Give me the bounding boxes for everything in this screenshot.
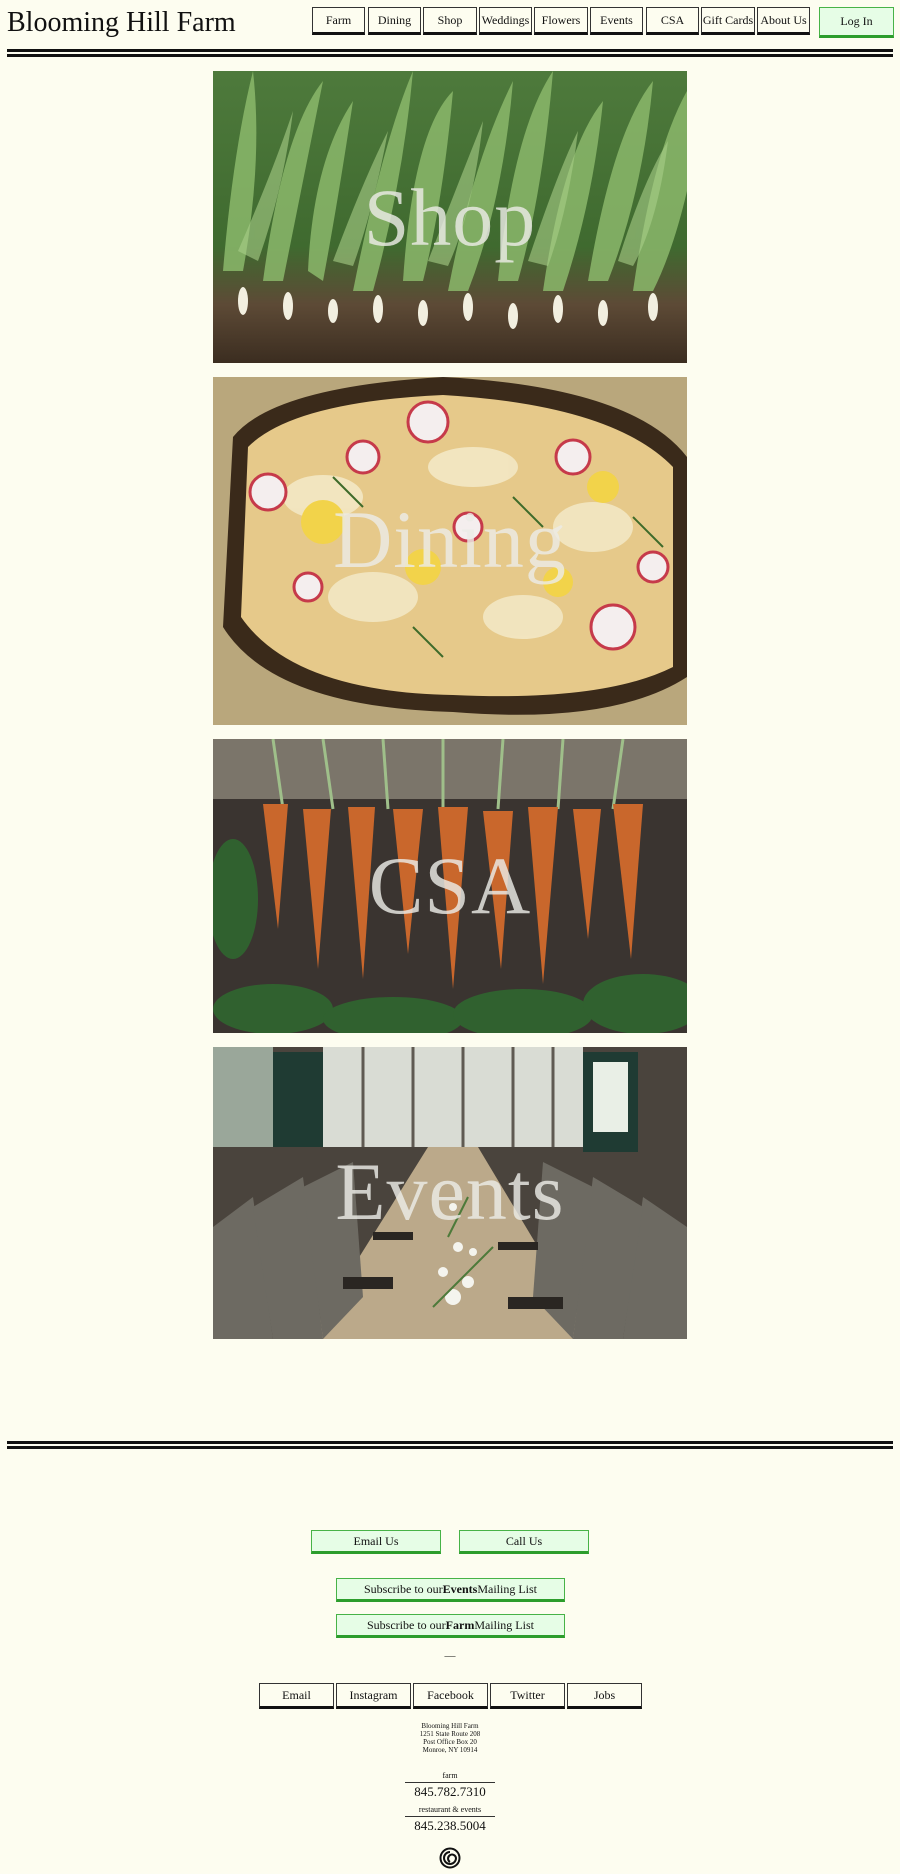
- nav-farm[interactable]: Farm: [312, 7, 365, 35]
- nav-weddings[interactable]: Weddings: [479, 7, 532, 35]
- nav-events[interactable]: Events: [590, 7, 643, 35]
- nav-about-us[interactable]: About Us: [757, 7, 810, 35]
- subscribe-events-suffix: Mailing List: [477, 1581, 537, 1596]
- nav-gift-cards[interactable]: Gift Cards: [701, 7, 755, 35]
- social-facebook[interactable]: Facebook: [413, 1683, 488, 1709]
- social-instagram[interactable]: Instagram: [336, 1683, 411, 1709]
- address-line-4: Monroe, NY 10914: [422, 1746, 478, 1754]
- subscribe-farm-bold: Farm: [445, 1617, 475, 1632]
- shop-tile[interactable]: Shop: [213, 71, 687, 363]
- footer-divider: [7, 1441, 893, 1451]
- restaurant-phone[interactable]: 845.238.5004: [405, 1816, 495, 1834]
- restaurant-phone-label: restaurant & events: [418, 1805, 482, 1814]
- address-line-1: Blooming Hill Farm: [421, 1722, 479, 1730]
- site-title[interactable]: Blooming Hill Farm: [7, 6, 236, 40]
- social-email[interactable]: Email: [259, 1683, 334, 1709]
- dining-tile[interactable]: Dining: [213, 377, 687, 725]
- csa-tile-label: CSA: [368, 840, 532, 931]
- nav-flowers[interactable]: Flowers: [534, 7, 588, 35]
- header-divider: [7, 49, 893, 59]
- csa-tile[interactable]: CSA: [213, 739, 687, 1033]
- address-line-3: Post Office Box 20: [423, 1738, 477, 1746]
- footer-divider-dash: —: [444, 1650, 456, 1662]
- subscribe-events-button[interactable]: Subscribe to our Events Mailing List: [336, 1578, 565, 1602]
- social-jobs[interactable]: Jobs: [567, 1683, 642, 1709]
- farm-phone[interactable]: 845.782.7310: [405, 1782, 495, 1800]
- subscribe-events-prefix: Subscribe to our: [364, 1581, 443, 1596]
- subscribe-farm-button[interactable]: Subscribe to our Farm Mailing List: [336, 1614, 565, 1638]
- call-us-button[interactable]: Call Us: [459, 1530, 589, 1554]
- dining-tile-label: Dining: [333, 494, 567, 585]
- login-button[interactable]: Log In: [819, 7, 894, 38]
- shop-tile-label: Shop: [363, 172, 537, 263]
- address-line-2: 1251 State Route 208: [419, 1730, 481, 1738]
- spiral-logo-icon[interactable]: [439, 1847, 461, 1869]
- events-tile[interactable]: Events: [213, 1047, 687, 1339]
- events-tile-label: Events: [335, 1146, 565, 1237]
- nav-dining[interactable]: Dining: [368, 7, 421, 35]
- email-us-button[interactable]: Email Us: [311, 1530, 441, 1554]
- social-twitter[interactable]: Twitter: [490, 1683, 565, 1709]
- farm-phone-label: farm: [442, 1771, 458, 1780]
- subscribe-farm-suffix: Mailing List: [474, 1617, 534, 1632]
- subscribe-events-bold: Events: [442, 1581, 478, 1596]
- subscribe-farm-prefix: Subscribe to our: [367, 1617, 446, 1632]
- nav-shop[interactable]: Shop: [423, 7, 477, 35]
- nav-csa[interactable]: CSA: [646, 7, 699, 35]
